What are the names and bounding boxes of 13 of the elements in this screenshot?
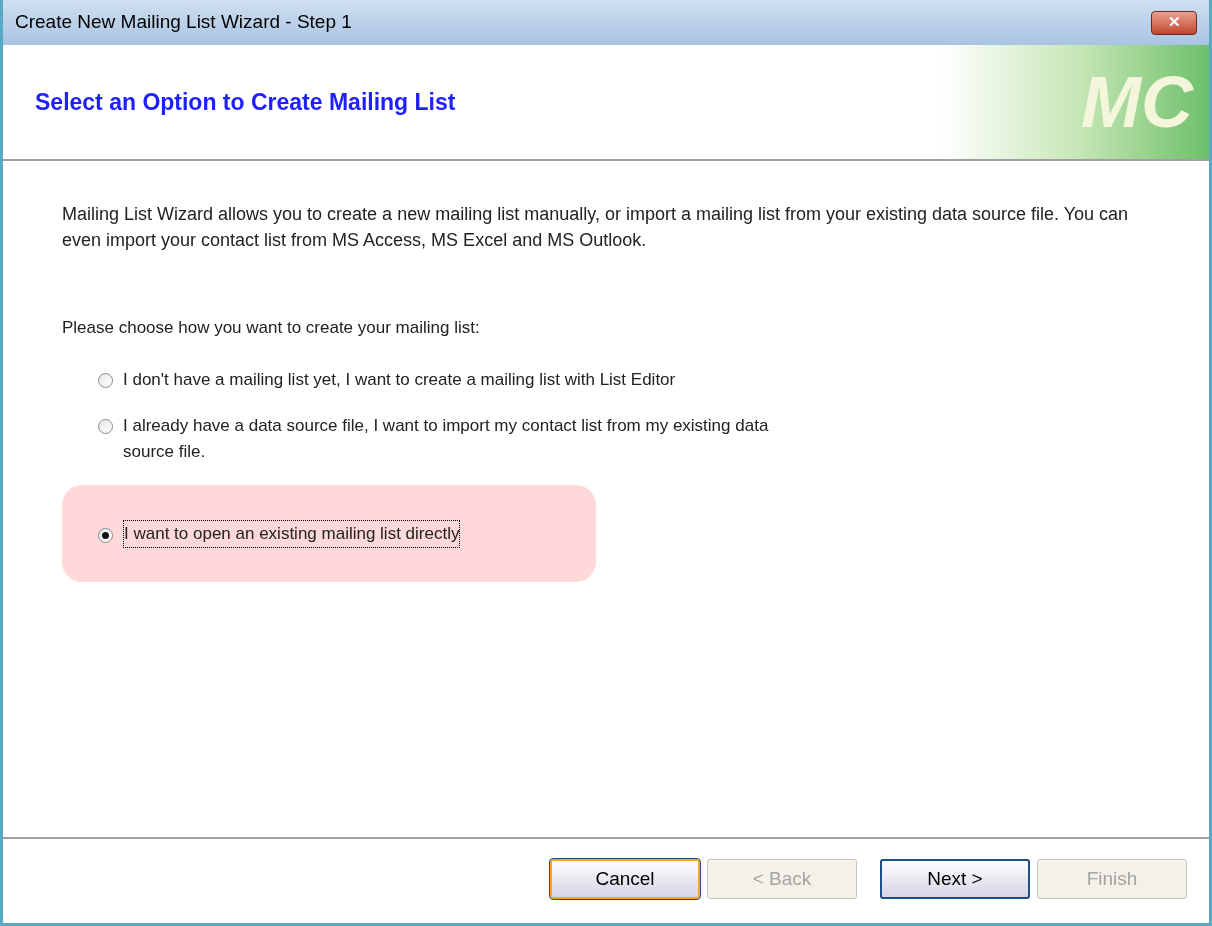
option-label[interactable]: I already have a data source file, I want to import my contact list from my existing data source file. [123,412,823,465]
radio-button[interactable] [98,372,113,388]
radio-button[interactable] [98,527,113,543]
prompt-text: Please choose how you want to create your mailing list: [62,317,481,339]
option-label[interactable]: I want to open an existing mailing list directly [123,520,461,548]
wizard-button[interactable]: Next > [880,859,1030,899]
wizard-button[interactable]: Cancel [550,859,700,899]
description-text: Mailing List Wizard allows you to create a new mailing list manually, or import a mailing list from your existing data source file. You can even import your contact list from MS Access, MS Excel and MS Outlook. [62,203,1130,252]
window-title: Create New Mailing List Wizard - Step 1 [15,10,352,35]
radio-button[interactable] [98,418,113,434]
logo-text: MC [1081,66,1193,138]
option-label[interactable]: I don't have a mailing list yet, I want to create a mailing list with List Editor [123,366,823,393]
page-heading: Select an Option to Create Mailing List [35,87,456,117]
